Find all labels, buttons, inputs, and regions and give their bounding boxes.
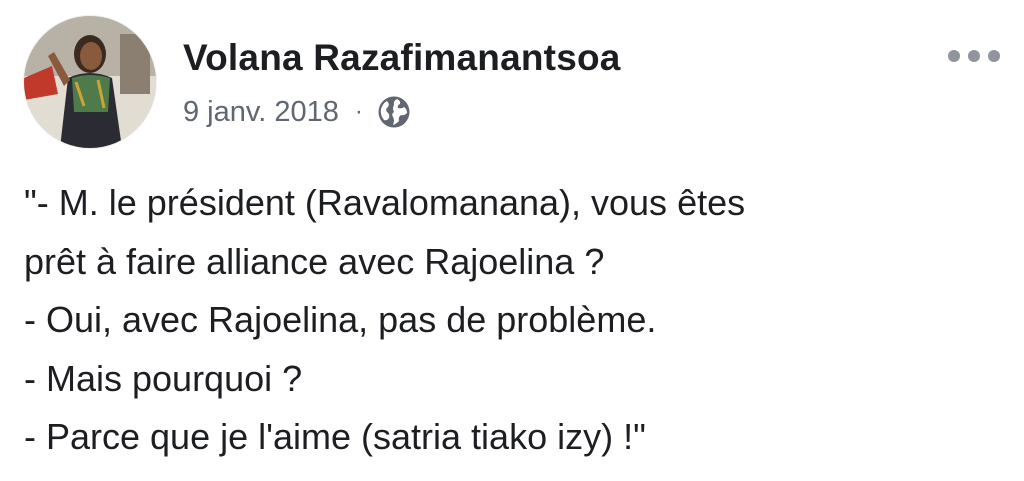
post-body: "- M. le président (Ravalomanana), vous … <box>24 174 1004 467</box>
globe-icon[interactable] <box>377 95 411 129</box>
post-meta: 9 janv. 2018 · <box>183 92 411 132</box>
author-avatar[interactable] <box>24 16 156 148</box>
more-options-button[interactable] <box>948 40 1000 72</box>
facebook-post: Volana Razafimanantsoa 9 janv. 2018 · "-… <box>0 0 1024 481</box>
post-text-line: - Parce que je l'aime (satria tiako izy)… <box>24 416 646 457</box>
more-options-dot <box>968 50 980 62</box>
avatar-photo <box>24 16 156 148</box>
author-name[interactable]: Volana Razafimanantsoa <box>183 37 621 79</box>
post-text-line: - Oui, avec Rajoelina, pas de problème. <box>24 299 657 340</box>
post-text-line: prêt à faire alliance avec Rajoelina ? <box>24 240 605 282</box>
post-date[interactable]: 9 janv. 2018 <box>183 96 339 129</box>
post-text-line: - Mais pourquoi ? <box>24 357 303 399</box>
post-text-line: "- M. le président (Ravalomanana), vous … <box>24 182 746 223</box>
more-options-dot <box>948 50 960 62</box>
meta-separator: · <box>354 98 363 125</box>
more-options-dot <box>988 50 1000 62</box>
